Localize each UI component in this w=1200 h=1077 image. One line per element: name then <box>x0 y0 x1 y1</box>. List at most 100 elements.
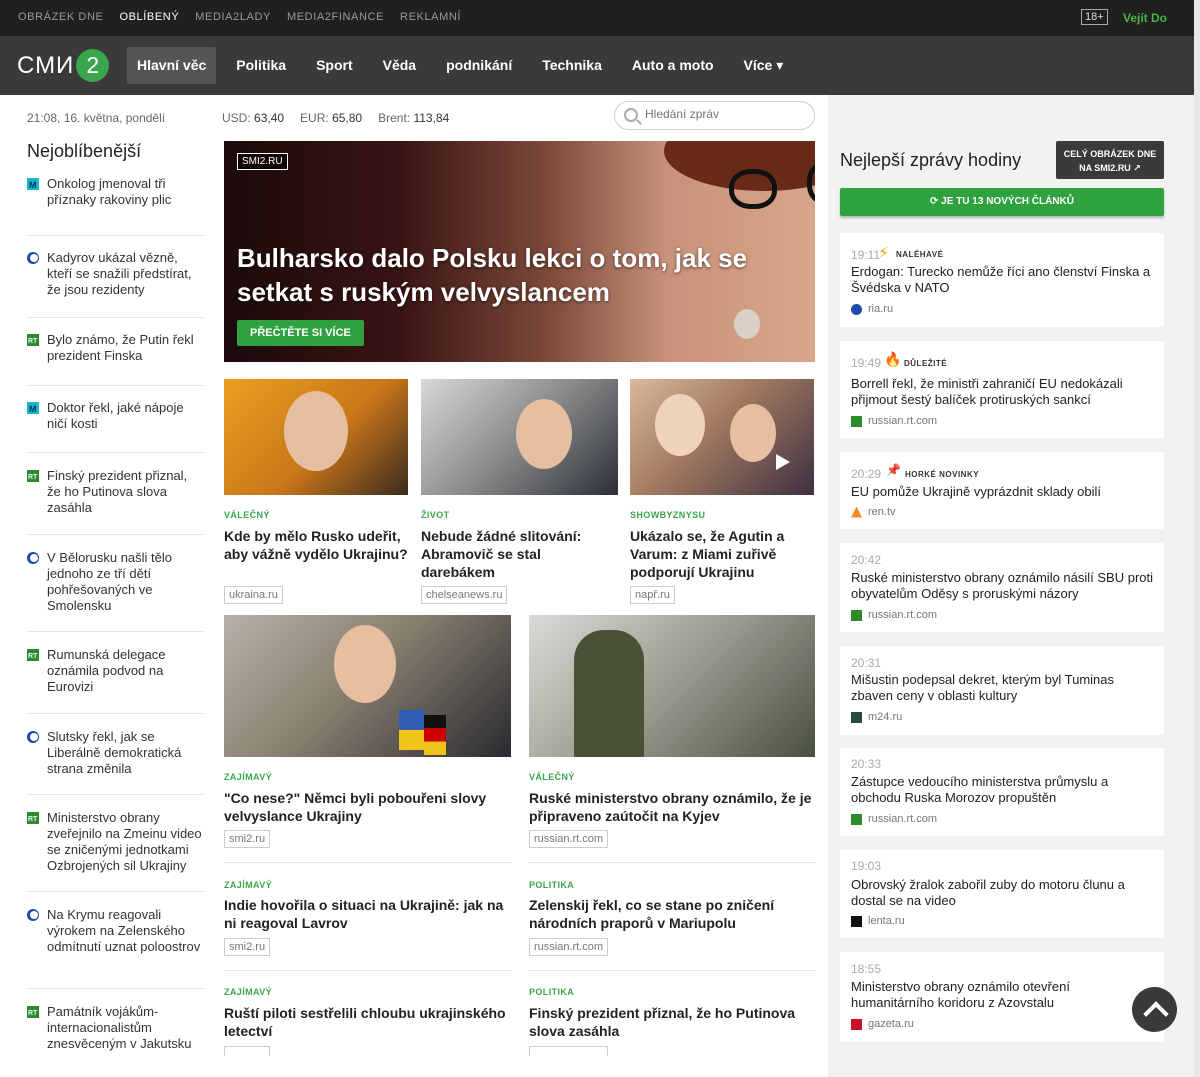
news-title[interactable]: Zástupce vedoucího ministerstva průmyslu… <box>851 774 1156 806</box>
card-image-2[interactable] <box>421 379 618 495</box>
chevron-down-icon: ▾ <box>776 57 784 73</box>
nav-item-politics[interactable]: Politika <box>221 47 301 84</box>
list-item-text: Slutsky řekl, jak se Liberálně demokrati… <box>47 729 182 776</box>
news-time: 20:42 <box>851 553 882 567</box>
card-title[interactable]: Nebude žádné slitování: Abramovič se sta… <box>421 527 618 581</box>
search-input[interactable] <box>645 107 805 121</box>
nav-item-sport[interactable]: Sport <box>301 47 368 84</box>
news-source[interactable]: russian.rt.com <box>868 813 937 825</box>
top-news-card[interactable]: 19:11 ⚡ NALÉHAVÉ Erdogan: Turecko nemůže… <box>840 233 1164 327</box>
top-link-media2finance[interactable]: MEDIA2FINANCE <box>287 11 384 23</box>
card-image-4[interactable] <box>224 615 511 757</box>
nav-item-tech[interactable]: Technika <box>527 47 617 84</box>
nav-item-science[interactable]: Věda <box>368 47 431 84</box>
rt-source-icon <box>851 415 862 427</box>
list-item[interactable]: Bylo známo, že Putin řekl prezident Fins… <box>27 318 204 386</box>
list-item[interactable]: Rumunská delegace oznámila podvod na Eur… <box>27 632 204 714</box>
list-item[interactable]: Kadyrov ukázal vězně, kteří se snažili p… <box>27 236 204 318</box>
list-item[interactable]: V Bělorusku našli tělo jednoho ze tří dě… <box>27 535 204 632</box>
card-image-5[interactable] <box>529 615 815 757</box>
news-source[interactable]: m24.ru <box>868 711 902 723</box>
card-source[interactable]: např.ru <box>630 586 675 604</box>
news-source[interactable]: ria.ru <box>868 303 893 315</box>
news-source-row: russian.rt.com <box>851 415 937 427</box>
current-datetime: 21:08, 16. května, pondělí <box>27 111 166 125</box>
news-title[interactable]: Borrell řekl, že ministři zahraničí EU n… <box>851 376 1156 408</box>
top-news-card[interactable]: 20:31 Mišustin podepsal dekret, kterým b… <box>840 646 1164 735</box>
card-image-1[interactable] <box>224 379 408 495</box>
list-item[interactable]: Onkolog jmenoval tři příznaky rakoviny p… <box>27 176 204 236</box>
news-source[interactable]: lenta.ru <box>868 915 905 927</box>
news-source[interactable]: russian.rt.com <box>868 609 937 621</box>
login-link[interactable]: Vejít Do <box>1123 11 1167 25</box>
eur-label: EUR: <box>300 111 329 125</box>
news-source[interactable]: gazeta.ru <box>868 1018 914 1030</box>
list-item[interactable]: Doktor řekl, jaké nápoje ničí kosti <box>27 386 204 453</box>
news-title[interactable]: Finský prezident přiznal, že ho Putinova… <box>529 1004 815 1040</box>
nav-item-auto[interactable]: Auto a moto <box>617 47 729 84</box>
new-articles-button[interactable]: ⟳ JE TU 13 NOVÝCH ČLÁNKŮ <box>840 188 1164 216</box>
news-source[interactable] <box>224 1046 270 1056</box>
top-link-media2lady[interactable]: MEDIA2LADY <box>195 11 271 23</box>
nav-item-more[interactable]: Více ▾ <box>729 47 799 84</box>
currency-rates: USD: 63,40 EUR: 65,80 Brent: 113,84 <box>222 111 449 125</box>
card-source[interactable]: russian.rt.com <box>529 830 609 848</box>
hero-article[interactable]: SMI2.RU Bulharsko dalo Polsku lekci o to… <box>224 141 815 362</box>
top-news-card[interactable]: 19:49 🔥 DŮLEŽITÉ Borrell řekl, že minist… <box>840 341 1164 438</box>
news-source[interactable]: russian.rt.com <box>868 415 937 427</box>
play-icon <box>776 454 790 470</box>
list-item[interactable]: Na Krymu reagovali výrokem na Zelenského… <box>27 892 204 989</box>
list-item[interactable]: Ministerstvo obrany zveřejnilo na Zmeinu… <box>27 795 204 892</box>
usd-rate: USD: 63,40 <box>222 111 284 125</box>
usd-value: 63,40 <box>254 111 285 125</box>
scroll-to-top-button[interactable] <box>1132 987 1177 1032</box>
gazeta-source-icon <box>851 1018 862 1030</box>
read-more-button[interactable]: PŘEČTĚTE SI VÍCE <box>237 320 364 346</box>
search-box[interactable] <box>614 101 815 130</box>
news-title[interactable]: Ministerstvo obrany oznámilo otevření hu… <box>851 979 1101 1011</box>
top-link-advertising[interactable]: REKLAMNÍ <box>400 11 461 23</box>
news-source[interactable]: russian.rt.com <box>529 938 609 956</box>
list-item[interactable]: Slutsky řekl, jak se Liberálně demokrati… <box>27 714 204 795</box>
card-source[interactable]: smi2.ru <box>224 830 271 848</box>
card-image-soldier <box>574 630 644 757</box>
news-source[interactable] <box>529 1046 608 1056</box>
list-item[interactable]: Finský prezident přiznal, že ho Putinova… <box>27 453 204 535</box>
news-source[interactable]: smi2.ru <box>224 938 271 956</box>
page-scrollbar[interactable] <box>1194 0 1200 1077</box>
card-title[interactable]: Ukázalo se, že Agutin a Varum: z Miami z… <box>630 527 814 581</box>
top-news-card[interactable]: 19:03 Obrovský žralok zabořil zuby do mo… <box>840 850 1164 938</box>
full-picture-button[interactable]: CELÝ OBRÁZEK DNE NA SMI2.RU ↗ <box>1056 141 1164 179</box>
news-title[interactable]: Ruské ministerstvo obrany oznámilo násil… <box>851 570 1156 602</box>
ukraine-flag-yellow <box>399 730 425 750</box>
top-link-picture-of-day[interactable]: OBRÁZEK DNE <box>18 11 103 23</box>
card-title[interactable]: "Co nese?" Němci byli pobouřeni slovy ve… <box>224 789 511 825</box>
list-item[interactable]: Památník vojákům-internacionalistům znes… <box>27 989 204 1051</box>
card-title[interactable]: Ruské ministerstvo obrany oznámilo, že j… <box>529 789 815 825</box>
hero-title[interactable]: Bulharsko dalo Polsku lekci o tom, jak s… <box>237 241 757 309</box>
news-title[interactable]: EU pomůže Ukrajině vyprázdnit sklady obi… <box>851 484 1156 500</box>
card-image-3[interactable] <box>630 379 814 495</box>
news-title[interactable]: Zelenskij řekl, co se stane po zničení n… <box>529 896 815 932</box>
news-source[interactable]: ren.tv <box>868 506 896 518</box>
top-news-card[interactable]: 20:29 📌 HORKÉ NOVINKY EU pomůže Ukrajině… <box>840 452 1164 529</box>
card-title[interactable]: Kde by mělo Rusko udeřit, aby vážně vydě… <box>224 527 408 563</box>
top-news-card[interactable]: 20:42 Ruské ministerstvo obrany oznámilo… <box>840 543 1164 632</box>
card-source[interactable]: chelseanews.ru <box>421 586 508 604</box>
news-title[interactable]: Indie hovořila o situaci na Ukrajině: ja… <box>224 896 511 932</box>
site-logo[interactable]: СМИ 2 <box>17 49 110 82</box>
news-category: ZAJÍMAVÝ <box>224 987 273 997</box>
news-title[interactable]: Erdogan: Turecko nemůže říci ano členstv… <box>851 264 1156 296</box>
top-link-favorite[interactable]: OBLÍBENÝ <box>119 11 179 23</box>
logo-text: СМИ <box>17 51 75 79</box>
logo-number: 2 <box>76 49 110 82</box>
nav-item-business[interactable]: podnikání <box>431 47 527 84</box>
top-news-card[interactable]: 18:55 Ministerstvo obrany oznámilo otevř… <box>840 952 1164 1042</box>
top-news-card[interactable]: 20:33 Zástupce vedoucího ministerstva pr… <box>840 748 1164 836</box>
news-title[interactable]: Mišustin podepsal dekret, kterým byl Tum… <box>851 672 1156 704</box>
news-title[interactable]: Ruští piloti sestřelili chloubu ukrajins… <box>224 1004 511 1040</box>
card-source[interactable]: ukraina.ru <box>224 586 283 604</box>
news-title[interactable]: Obrovský žralok zabořil zuby do motoru č… <box>851 877 1156 909</box>
nav-item-main[interactable]: Hlavní věc <box>127 47 217 84</box>
search-icon <box>624 108 638 122</box>
